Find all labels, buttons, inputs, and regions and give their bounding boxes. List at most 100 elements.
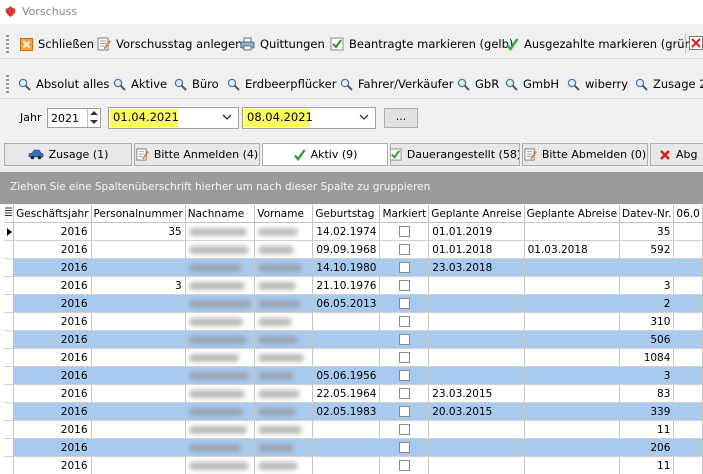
preset-drivers-button[interactable]: Fahrer/Verkäufer <box>340 75 453 93</box>
cell-datev-number[interactable] <box>619 258 675 277</box>
cell-first-name[interactable] <box>254 348 314 367</box>
cell-personnel-number[interactable] <box>91 258 186 277</box>
cell-first-name[interactable] <box>254 294 314 313</box>
marked-checkbox[interactable] <box>398 226 410 237</box>
cell-fiscal-year[interactable]: 2016 <box>13 402 92 421</box>
cell-first-name[interactable] <box>254 222 314 241</box>
cell-datev-number[interactable]: 339 <box>619 402 675 421</box>
preset-gbr-button[interactable]: GbR <box>457 75 499 93</box>
row-indicator[interactable] <box>4 222 15 241</box>
cell-birthday[interactable] <box>312 348 381 367</box>
cell-last-name[interactable] <box>185 294 256 313</box>
tab-active[interactable]: Aktiv (9) <box>262 143 388 166</box>
toolbar-grip[interactable] <box>6 75 9 93</box>
group-by-panel[interactable]: Ziehen Sie eine Spaltenüberschrift hierh… <box>0 172 703 204</box>
date-from-field[interactable]: 01.04.2021 <box>108 107 239 129</box>
cell-first-name[interactable] <box>254 438 314 457</box>
cell-extra[interactable] <box>673 420 703 439</box>
cell-last-name[interactable] <box>185 240 256 259</box>
table-row[interactable]: 2016 02.05.1983 20.03.2015 339 <box>4 402 703 421</box>
table-row[interactable]: 2016 310 <box>4 312 703 331</box>
spin-up-icon[interactable] <box>90 111 98 115</box>
more-options-button[interactable]: ... <box>384 108 418 128</box>
cell-birthday[interactable] <box>312 438 381 457</box>
cell-extra[interactable] <box>673 384 703 403</box>
chevron-down-icon[interactable] <box>222 114 232 121</box>
cell-extra[interactable] <box>673 456 703 474</box>
column-chooser-icon[interactable] <box>4 205 15 223</box>
cell-birthday[interactable] <box>312 456 381 474</box>
marked-checkbox[interactable] <box>398 406 410 417</box>
cell-last-name[interactable] <box>185 438 256 457</box>
cell-planned-arrival[interactable]: 20.03.2015 <box>428 402 525 421</box>
preset-active-button[interactable]: Aktive <box>113 75 167 93</box>
row-indicator[interactable] <box>4 240 15 259</box>
cell-fiscal-year[interactable]: 2016 <box>13 222 92 241</box>
cell-planned-arrival[interactable] <box>428 456 525 474</box>
cell-birthday[interactable] <box>312 330 381 349</box>
tab-please-deregister[interactable]: Bitte Abmelden (0) <box>522 143 648 166</box>
table-row[interactable]: 2016 22.05.1964 23.03.2015 83 <box>4 384 703 403</box>
cell-birthday[interactable]: 06.05.2013 <box>312 294 381 313</box>
cell-datev-number[interactable]: 1084 <box>619 348 675 367</box>
cell-fiscal-year[interactable]: 2016 <box>13 384 92 403</box>
cell-planned-arrival[interactable] <box>428 348 525 367</box>
row-indicator[interactable] <box>4 294 15 313</box>
cell-planned-departure[interactable] <box>524 330 621 349</box>
cell-birthday[interactable] <box>312 312 381 331</box>
cell-planned-arrival[interactable] <box>428 330 525 349</box>
row-indicator[interactable] <box>4 348 15 367</box>
cell-first-name[interactable] <box>254 402 314 421</box>
cell-datev-number[interactable]: 11 <box>619 420 675 439</box>
cell-marked[interactable] <box>379 330 430 349</box>
cell-personnel-number[interactable] <box>91 348 186 367</box>
table-row[interactable]: 2016 35 14.02.1974 01.01.2019 35 <box>4 222 703 241</box>
cell-last-name[interactable] <box>185 312 256 331</box>
tab-departed[interactable]: Abg <box>650 143 703 166</box>
preset-office-button[interactable]: Büro <box>174 75 219 93</box>
cell-marked[interactable] <box>379 222 430 241</box>
cell-first-name[interactable] <box>254 420 314 439</box>
column-header[interactable]: Markiert <box>379 205 430 223</box>
close-button[interactable]: Schließen <box>20 35 94 53</box>
cell-planned-departure[interactable] <box>524 258 621 277</box>
preset-gmbh-button[interactable]: GmbH <box>505 75 559 93</box>
row-indicator[interactable] <box>4 402 15 421</box>
cell-personnel-number[interactable]: 3 <box>91 276 186 295</box>
marked-checkbox[interactable] <box>398 298 410 309</box>
marked-checkbox[interactable] <box>398 316 410 327</box>
column-header[interactable]: Geburtstag <box>312 205 381 223</box>
tab-permanent[interactable]: Dauerangestellt (58) <box>390 143 520 166</box>
cell-last-name[interactable] <box>185 348 256 367</box>
cell-planned-arrival[interactable] <box>428 366 525 385</box>
data-grid[interactable]: Geschäftsjahr Personalnummer Nachname Vo… <box>0 205 703 474</box>
cell-first-name[interactable] <box>254 366 314 385</box>
cell-birthday[interactable]: 21.10.1976 <box>312 276 381 295</box>
cell-marked[interactable] <box>379 348 430 367</box>
cell-first-name[interactable] <box>254 384 314 403</box>
cell-extra[interactable] <box>673 276 703 295</box>
marked-checkbox[interactable] <box>398 424 410 435</box>
column-header[interactable]: Vorname <box>254 205 314 223</box>
cell-first-name[interactable] <box>254 240 314 259</box>
table-row[interactable]: 2016 09.09.1968 01.01.2018 01.03.2018 592 <box>4 240 703 259</box>
table-row[interactable]: 2016 05.06.1956 3 <box>4 366 703 385</box>
cell-marked[interactable] <box>379 384 430 403</box>
cell-fiscal-year[interactable]: 2016 <box>13 330 92 349</box>
tab-commitment[interactable]: Zusage (1) <box>4 143 132 166</box>
cell-planned-arrival[interactable] <box>428 438 525 457</box>
cell-first-name[interactable] <box>254 330 314 349</box>
cell-last-name[interactable] <box>185 330 256 349</box>
cell-datev-number[interactable]: 3 <box>619 276 675 295</box>
cell-datev-number[interactable]: 310 <box>619 312 675 331</box>
row-indicator[interactable] <box>4 456 15 474</box>
cell-extra[interactable] <box>673 294 703 313</box>
marked-checkbox[interactable] <box>398 370 410 381</box>
cell-last-name[interactable] <box>185 420 256 439</box>
cell-datev-number[interactable]: 2 <box>619 294 675 313</box>
table-row[interactable]: 2016 14.10.1980 23.03.2018 <box>4 258 703 277</box>
cell-marked[interactable] <box>379 276 430 295</box>
cell-birthday[interactable]: 14.02.1974 <box>312 222 381 241</box>
cell-last-name[interactable] <box>185 402 256 421</box>
cell-planned-departure[interactable] <box>524 312 621 331</box>
